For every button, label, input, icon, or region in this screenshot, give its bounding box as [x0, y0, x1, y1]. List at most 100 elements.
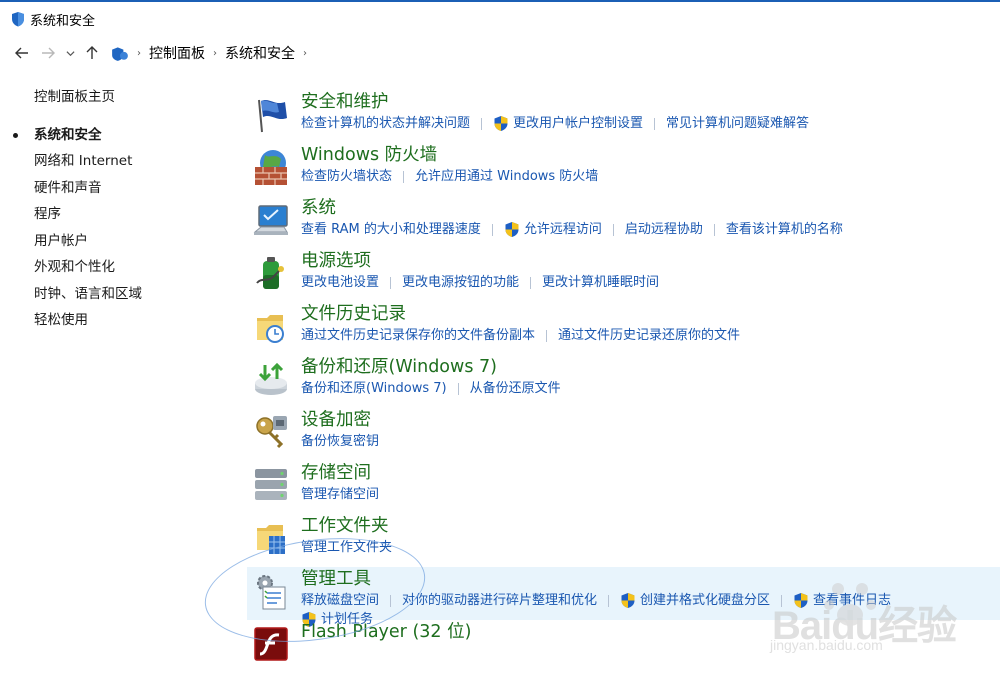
firewall-icon[interactable] — [251, 147, 291, 187]
task-link[interactable]: 通过文件历史记录还原你的文件 — [558, 326, 740, 345]
task-link[interactable]: 更改计算机睡眠时间 — [542, 273, 659, 292]
task-link[interactable]: 从备份还原文件 — [470, 379, 561, 398]
category-backup: 备份和还原(Windows 7) 备份和还原(Windows 7) 从备份还原文件 — [247, 355, 1000, 408]
task-link-label: 启动远程协助 — [624, 222, 703, 237]
up-button[interactable] — [79, 40, 105, 66]
sidebar-item-user-accounts[interactable]: 用户帐户 — [0, 228, 230, 255]
battery-icon[interactable] — [251, 253, 291, 293]
category-title[interactable]: 电源选项 — [301, 249, 1000, 273]
task-link[interactable]: 释放磁盘空间 — [301, 591, 379, 610]
link-separator — [608, 594, 610, 607]
computer-icon[interactable] — [251, 200, 291, 240]
task-link[interactable]: 备份和还原(Windows 7) — [301, 379, 447, 398]
task-link-label: 对你的驱动器进行碎片整理和优化 — [402, 593, 598, 608]
task-link-label: 更改计算机睡眠时间 — [542, 275, 660, 290]
window-title: 系统和安全 — [30, 13, 96, 29]
category-title[interactable]: 备份和还原(Windows 7) — [301, 355, 1000, 379]
title-bar: 系统和安全 — [0, 0, 1000, 36]
category-title[interactable]: Windows 防火墙 — [301, 143, 1000, 167]
link-separator — [713, 223, 715, 236]
arrow-left-icon — [15, 47, 28, 59]
task-link-label: 检查防火墙状态 — [301, 169, 393, 184]
task-link[interactable]: 创建并格式化硬盘分区 — [620, 591, 770, 610]
task-link-label: 通过文件历史记录还原你的文件 — [558, 328, 741, 343]
task-link[interactable]: 允许应用通过 Windows 防火墙 — [415, 167, 598, 186]
sidebar: 控制面板主页 系统和安全 网络和 Internet 硬件和声音 程序 用户帐户 … — [0, 84, 230, 334]
breadcrumb-separator[interactable]: › — [137, 48, 141, 59]
task-link[interactable]: 备份恢复密钥 — [301, 432, 379, 451]
sidebar-item-clock-region[interactable]: 时钟、语言和区域 — [0, 281, 230, 308]
task-link-label: 更改用户帐户控制设置 — [513, 116, 644, 131]
breadcrumb-system-security[interactable]: 系统和安全 — [225, 43, 295, 63]
task-link-label: 查看事件日志 — [813, 593, 892, 608]
task-link[interactable]: 检查防火墙状态 — [301, 167, 392, 186]
sidebar-item-ease-of-access[interactable]: 轻松使用 — [0, 307, 230, 334]
task-link[interactable]: 查看事件日志 — [793, 591, 891, 610]
sidebar-item-programs[interactable]: 程序 — [0, 201, 230, 228]
task-link[interactable]: 检查计算机的状态并解决问题 — [301, 114, 470, 133]
category-title[interactable]: 管理工具 — [301, 567, 1000, 591]
category-title[interactable]: 工作文件夹 — [301, 514, 1000, 538]
breadcrumb: › 控制面板 › 系统和安全 › — [111, 40, 315, 66]
sidebar-item-home[interactable]: 控制面板主页 — [0, 84, 230, 111]
category-links: 检查防火墙状态 允许应用通过 Windows 防火墙 — [301, 167, 1000, 186]
category-title[interactable]: 设备加密 — [301, 408, 1000, 432]
task-link[interactable]: 更改电池设置 — [301, 273, 379, 292]
breadcrumb-control-panel[interactable]: 控制面板 — [149, 43, 205, 63]
category-storage: 存储空间管理存储空间 — [247, 461, 1000, 514]
task-link[interactable]: 对你的驱动器进行碎片整理和优化 — [402, 591, 597, 610]
backup-icon[interactable] — [251, 359, 291, 399]
category-links: 查看 RAM 的大小和处理器速度 允许远程访问 启动远程协助 查看该计算机的名称 — [301, 220, 1000, 239]
task-link[interactable]: 查看该计算机的名称 — [726, 220, 843, 239]
flag-icon[interactable] — [251, 94, 291, 134]
category-links: 通过文件历史记录保存你的文件备份副本 通过文件历史记录还原你的文件 — [301, 326, 1000, 345]
link-separator — [403, 170, 405, 183]
task-link-label: 备份和还原(Windows 7) — [301, 381, 447, 396]
category-firewall: Windows 防火墙检查防火墙状态 允许应用通过 Windows 防火墙 — [247, 143, 1000, 196]
category-title[interactable]: 安全和维护 — [301, 90, 1000, 114]
key-icon[interactable] — [251, 412, 291, 452]
admin-tools-icon[interactable] — [251, 571, 291, 611]
work-folder-icon[interactable] — [251, 518, 291, 558]
forward-button[interactable] — [35, 40, 61, 66]
link-separator — [546, 329, 548, 342]
sidebar-item-system-security[interactable]: 系统和安全 — [0, 122, 230, 149]
task-link[interactable]: 常见计算机问题疑难解答 — [666, 114, 809, 133]
task-link[interactable]: 管理存储空间 — [301, 485, 379, 504]
sidebar-item-hardware-sound[interactable]: 硬件和声音 — [0, 175, 230, 202]
sidebar-item-appearance[interactable]: 外观和个性化 — [0, 254, 230, 281]
link-separator — [530, 276, 532, 289]
sidebar-item-network[interactable]: 网络和 Internet — [0, 148, 230, 175]
task-link[interactable]: 通过文件历史记录保存你的文件备份副本 — [301, 326, 535, 345]
task-link[interactable]: 允许远程访问 — [504, 220, 602, 239]
category-title[interactable]: 存储空间 — [301, 461, 1000, 485]
link-separator — [781, 594, 783, 607]
control-panel-shield-icon — [12, 12, 24, 27]
recent-locations-button[interactable] — [61, 40, 79, 66]
control-panel-icon — [112, 47, 128, 61]
task-link[interactable]: 管理工作文件夹 — [301, 538, 392, 557]
back-button[interactable] — [9, 40, 35, 66]
category-battery: 电源选项 更改电池设置 更改电源按钮的功能 更改计算机睡眠时间 — [247, 249, 1000, 302]
flash-icon[interactable] — [251, 624, 291, 664]
task-link-label: 管理存储空间 — [301, 487, 380, 502]
link-separator — [390, 594, 392, 607]
storage-icon[interactable] — [251, 465, 291, 505]
task-link[interactable]: 启动远程协助 — [625, 220, 703, 239]
link-separator — [612, 223, 614, 236]
category-title[interactable]: 系统 — [301, 196, 1000, 220]
folder-clock-icon[interactable] — [251, 306, 291, 346]
category-flag: 安全和维护检查计算机的状态并解决问题 更改用户帐户控制设置 常见计算机问题疑难解答 — [247, 90, 1000, 143]
arrow-right-icon — [42, 47, 55, 59]
task-link-label: 允许远程访问 — [523, 222, 602, 237]
category-title[interactable]: 文件历史记录 — [301, 302, 1000, 326]
category-computer: 系统 查看 RAM 的大小和处理器速度 允许远程访问 启动远程协助 查看该计算机的名称 — [247, 196, 1000, 249]
breadcrumb-separator[interactable]: › — [213, 48, 217, 59]
task-link-label: 检查计算机的状态并解决问题 — [301, 116, 471, 131]
task-link[interactable]: 更改电源按钮的功能 — [402, 273, 519, 292]
category-title[interactable]: Flash Player (32 位) — [301, 620, 1000, 644]
task-link[interactable]: 更改用户帐户控制设置 — [493, 114, 643, 133]
category-flash: Flash Player (32 位) — [247, 620, 1000, 673]
task-link[interactable]: 查看 RAM 的大小和处理器速度 — [301, 220, 481, 239]
breadcrumb-separator[interactable]: › — [303, 48, 307, 59]
